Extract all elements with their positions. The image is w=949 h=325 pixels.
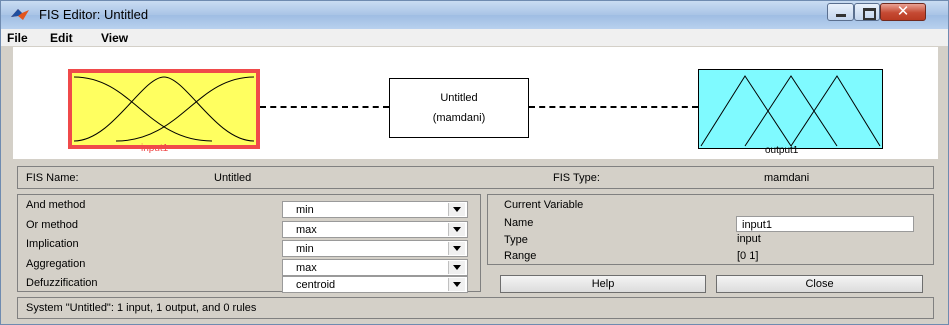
output-connector: [529, 106, 698, 108]
chevron-down-icon[interactable]: [448, 203, 465, 216]
defuzzification-value: centroid: [296, 279, 336, 291]
help-button[interactable]: Help: [500, 275, 706, 293]
aggregation-select[interactable]: max: [282, 259, 468, 276]
close-icon: ✕: [896, 3, 910, 20]
current-variable-header: Current Variable: [504, 199, 584, 211]
implication-label: Implication: [26, 238, 79, 250]
or-method-value: max: [296, 224, 317, 236]
minimize-button[interactable]: [827, 3, 854, 21]
input-variable-label: input1: [141, 143, 169, 154]
chevron-down-icon[interactable]: [448, 242, 465, 255]
system-box[interactable]: Untitled (mamdani): [389, 78, 529, 138]
status-text: System "Untitled": 1 input, 1 output, an…: [26, 302, 257, 314]
chevron-down-icon[interactable]: [448, 261, 465, 274]
menu-edit[interactable]: Edit: [50, 31, 73, 45]
variable-type-value: input: [737, 233, 761, 245]
window-title: FIS Editor: Untitled: [39, 7, 149, 22]
chevron-down-icon[interactable]: [448, 278, 465, 291]
menu-view[interactable]: View: [101, 31, 128, 45]
matlab-icon: [11, 9, 29, 20]
title-bar[interactable]: FIS Editor: Untitled ✕: [1, 1, 948, 29]
fis-type-value: mamdani: [764, 172, 810, 184]
maximize-icon: [863, 8, 876, 20]
implication-select[interactable]: min: [282, 240, 468, 257]
fis-diagram: input1 Untitled (mamdani) output1: [13, 47, 938, 159]
fis-type-label: FIS Type:: [553, 172, 600, 184]
chevron-down-icon[interactable]: [448, 223, 465, 236]
defuzzification-select[interactable]: centroid: [282, 276, 468, 293]
variable-range-value: [0 1]: [737, 250, 759, 262]
input-membership-plot: [73, 76, 255, 142]
menu-file[interactable]: File: [7, 31, 28, 45]
window-close-button[interactable]: ✕: [880, 3, 926, 21]
input-connector: [260, 106, 389, 108]
output-membership-plot: [700, 75, 881, 147]
variable-name-label: Name: [504, 217, 534, 229]
input-variable-box[interactable]: [68, 69, 260, 149]
output-variable-box[interactable]: [698, 69, 883, 149]
current-variable-panel: Current Variable Name Type input Range […: [487, 194, 934, 265]
variable-range-label: Range: [504, 250, 537, 262]
fis-name-label: FIS Name:: [26, 172, 79, 184]
maximize-button[interactable]: [854, 3, 880, 21]
and-method-value: min: [296, 204, 314, 216]
variable-name-input[interactable]: [736, 216, 914, 232]
and-method-select[interactable]: min: [282, 201, 468, 218]
system-name: Untitled: [440, 92, 478, 104]
menu-bar: File Edit View: [1, 29, 948, 46]
variable-type-label: Type: [504, 234, 528, 246]
or-method-select[interactable]: max: [282, 221, 468, 238]
or-method-label: Or method: [26, 219, 78, 231]
minimize-icon: [836, 14, 846, 17]
output-variable-label: output1: [765, 145, 799, 156]
status-bar: System "Untitled": 1 input, 1 output, an…: [17, 297, 934, 319]
aggregation-label: Aggregation: [26, 258, 86, 270]
implication-value: min: [296, 243, 314, 255]
system-type: (mamdani): [432, 112, 486, 124]
methods-panel: And method min Or method max Implication…: [17, 194, 481, 293]
defuzzification-label: Defuzzification: [26, 277, 98, 289]
and-method-label: And method: [26, 199, 86, 211]
aggregation-value: max: [296, 262, 317, 274]
close-button[interactable]: Close: [716, 275, 923, 293]
fis-name-value: Untitled: [214, 172, 252, 184]
fis-info-bar: FIS Name: Untitled FIS Type: mamdani: [17, 166, 934, 189]
fis-editor-window: FIS Editor: Untitled ✕ File Edit View in…: [0, 0, 949, 325]
